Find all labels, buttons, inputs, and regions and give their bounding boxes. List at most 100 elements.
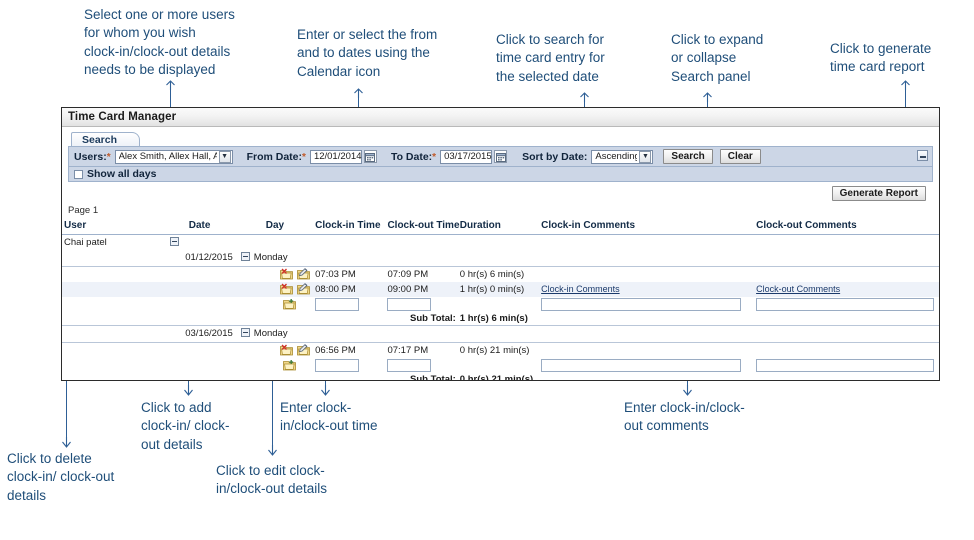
row-actions <box>235 297 313 312</box>
edit-entry-icon[interactable] <box>297 268 311 280</box>
clock-out-comments-link[interactable]: Clock-out Comments <box>756 284 840 294</box>
arrowhead-time <box>320 385 331 396</box>
subtotal-value: 1 hr(s) 6 min(s) <box>457 312 532 326</box>
users-label: Users:* <box>74 150 111 163</box>
show-all-days-label: Show all days <box>87 168 157 180</box>
clock-in-comment-cell: Clock-in Comments <box>531 282 750 297</box>
subtotal-value: 0 hr(s) 21 min(s) <box>457 373 533 380</box>
row-actions <box>235 282 313 297</box>
arrowhead-users <box>165 80 176 91</box>
annotation-collapse: Click to expand or collapse Search panel <box>671 32 764 84</box>
column-header-date: Date <box>162 218 235 235</box>
to-date-required-marker: * <box>432 151 437 163</box>
users-select[interactable]: Alex Smith, Allex Hall, Ann ▼ <box>114 149 233 164</box>
arrowhead-collapse <box>702 92 713 103</box>
clock-out-comment-cell: Clock-out Comments <box>750 282 939 297</box>
clock-out-comments-input[interactable] <box>756 298 935 311</box>
edit-entry-icon[interactable] <box>297 344 311 356</box>
arrowhead-search <box>579 92 590 103</box>
users-required-marker: * <box>106 151 111 163</box>
clear-button[interactable]: Clear <box>719 149 761 164</box>
column-header-user: User <box>62 218 163 235</box>
arrowhead-edit <box>267 445 278 456</box>
arrowhead-report <box>900 80 911 91</box>
grid-header-row: User Date Day Clock-in Time Clock-out Ti… <box>62 218 939 235</box>
search-criteria-bar: Users:* Alex Smith, Allex Hall, Ann ▼ Fr… <box>68 146 933 167</box>
edit-entry-icon[interactable] <box>297 283 311 295</box>
annotation-add: Click to add clock-in/ clock- out detail… <box>141 400 230 452</box>
table-row: 06:56 PM 07:17 PM 0 hr(s) 21 min(s) <box>62 342 939 358</box>
clock-in-comments-input[interactable] <box>541 298 742 311</box>
users-select-value: Alex Smith, Allex Hall, Ann <box>118 151 217 162</box>
clock-in-time-input[interactable] <box>315 298 360 311</box>
sort-by-date-value: Ascending <box>595 151 638 162</box>
to-date-input[interactable]: 03/17/2015 <box>440 149 493 164</box>
subtotal-row: Sub Total: 0 hr(s) 21 min(s) <box>62 373 939 380</box>
collapse-search-panel-button[interactable] <box>917 150 928 161</box>
add-entry-icon[interactable] <box>283 298 297 310</box>
tab-search[interactable]: Search <box>71 132 141 146</box>
clock-out-time-value: 07:09 PM <box>385 266 458 282</box>
clock-in-comments-link[interactable]: Clock-in Comments <box>541 284 620 294</box>
grid-group-day: Monday <box>253 252 288 263</box>
search-options-bar: Show all days <box>68 167 933 182</box>
chevron-down-icon[interactable]: ▼ <box>639 150 652 163</box>
annotation-comments: Enter clock-in/clock- out comments <box>624 400 745 434</box>
grid-group-day-cell: Monday <box>235 326 313 343</box>
report-toolbar: Generate Report <box>68 182 933 204</box>
add-entry-icon[interactable] <box>283 359 297 371</box>
clock-in-comments-input[interactable] <box>541 359 742 372</box>
table-row: 07:03 PM 07:09 PM 0 hr(s) 6 min(s) <box>62 266 939 282</box>
from-date-input[interactable]: 12/01/2014 <box>309 149 362 164</box>
subtotal-row: Sub Total: 1 hr(s) 6 min(s) <box>62 312 939 326</box>
page-title: Time Card Manager <box>68 111 177 123</box>
page-label: Page 1 <box>68 205 99 216</box>
search-panel: Search Users:* Alex Smith, Allex Hall, A… <box>62 127 939 204</box>
clock-in-time-value: 07:03 PM <box>313 266 386 282</box>
from-date-required-marker: * <box>302 151 306 163</box>
show-all-days-checkbox[interactable] <box>74 169 83 179</box>
arrowhead-add <box>183 385 194 396</box>
calendar-icon[interactable] <box>494 150 508 163</box>
grid-group-day-cell: Monday <box>235 250 313 267</box>
row-actions <box>235 358 313 373</box>
annotation-time: Enter clock- in/clock-out time <box>280 400 378 434</box>
annotation-report: Click to generate time card report <box>830 41 932 75</box>
clock-in-time-input[interactable] <box>315 359 360 372</box>
grid-user-row: Chai patel <box>62 235 939 251</box>
calendar-icon[interactable] <box>363 150 377 163</box>
column-header-clock-in-time: Clock-in Time <box>313 218 386 235</box>
subtotal-label: Sub Total: <box>385 373 458 380</box>
generate-report-button[interactable]: Generate Report <box>831 186 926 201</box>
time-card-grid: User Date Day Clock-in Time Clock-out Ti… <box>62 218 939 380</box>
arrowhead-comments <box>682 385 693 396</box>
annotation-edit: Click to edit clock- in/clock-out detail… <box>216 463 328 497</box>
collapse-group-icon[interactable] <box>240 252 250 261</box>
grid-date-row: 03/16/2015 Monday <box>62 326 939 343</box>
clock-out-time-input[interactable] <box>387 359 432 372</box>
window-title-bar: Time Card Manager <box>62 108 939 127</box>
delete-entry-icon[interactable] <box>280 344 294 356</box>
annotation-delete: Click to delete clock-in/ clock-out deta… <box>7 451 115 503</box>
chevron-down-icon[interactable]: ▼ <box>218 150 231 163</box>
clock-out-time-input[interactable] <box>387 298 432 311</box>
search-button[interactable]: Search <box>663 149 713 164</box>
annotation-users: Select one or more users for whom you wi… <box>84 7 235 78</box>
grid-group-day: Monday <box>253 328 288 339</box>
delete-entry-icon[interactable] <box>280 268 294 280</box>
collapse-group-icon[interactable] <box>240 328 250 337</box>
from-date-label: From Date:* <box>246 150 306 163</box>
clock-out-comments-input[interactable] <box>756 359 935 372</box>
sort-by-date-label: Sort by Date: <box>522 150 588 163</box>
minimize-icon <box>919 156 926 158</box>
new-entry-row <box>62 358 939 373</box>
sort-by-date-select[interactable]: Ascending ▼ <box>591 149 654 164</box>
delete-entry-icon[interactable] <box>280 283 294 295</box>
collapse-group-icon[interactable] <box>170 237 180 246</box>
clock-out-comment-cell <box>750 266 939 282</box>
time-card-manager-window: Time Card Manager Search Users:* Alex Sm… <box>61 107 940 381</box>
tab-strip: Search <box>68 132 933 146</box>
clock-in-comment-cell <box>531 266 751 282</box>
row-actions <box>234 342 314 358</box>
grid-user-name: Chai patel <box>64 237 107 248</box>
